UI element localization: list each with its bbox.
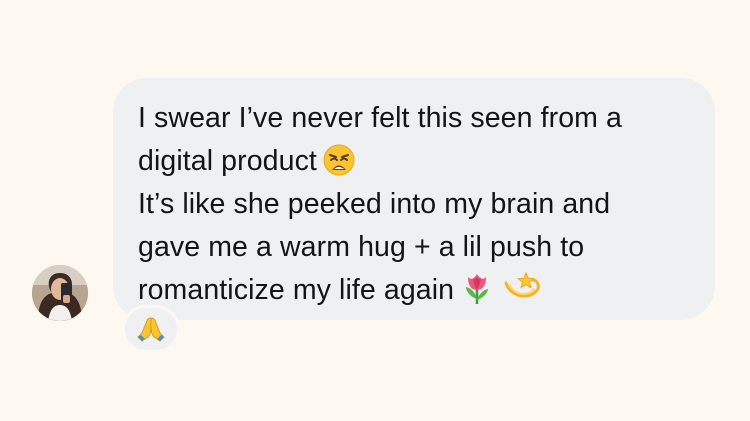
message-text: I swear I’ve never felt this seen from a xyxy=(138,102,622,134)
message-text: romanticize my life again xyxy=(138,274,455,306)
message-line: romanticize my life again xyxy=(138,269,695,312)
tulip-emoji-icon xyxy=(460,271,494,305)
weary-face-emoji-icon xyxy=(323,144,355,176)
message-text: digital product xyxy=(138,145,317,177)
dizzy-emoji-icon xyxy=(500,271,542,305)
message-line: digital product xyxy=(138,140,695,183)
message-line: gave me a warm hug + a lil push to xyxy=(138,226,695,269)
sender-avatar[interactable] xyxy=(32,265,88,321)
folded-hands-emoji-icon xyxy=(137,317,165,342)
message-bubble[interactable]: I swear I’ve never felt this seen from a… xyxy=(113,78,715,320)
reaction-badge[interactable] xyxy=(122,305,180,353)
avatar-photo xyxy=(32,265,88,321)
message-text: gave me a warm hug + a lil push to xyxy=(138,231,585,263)
message-line: I swear I’ve never felt this seen from a xyxy=(138,97,695,140)
message-text: It’s like she peeked into my brain and xyxy=(138,188,611,220)
message-line: It’s like she peeked into my brain and xyxy=(138,183,695,226)
